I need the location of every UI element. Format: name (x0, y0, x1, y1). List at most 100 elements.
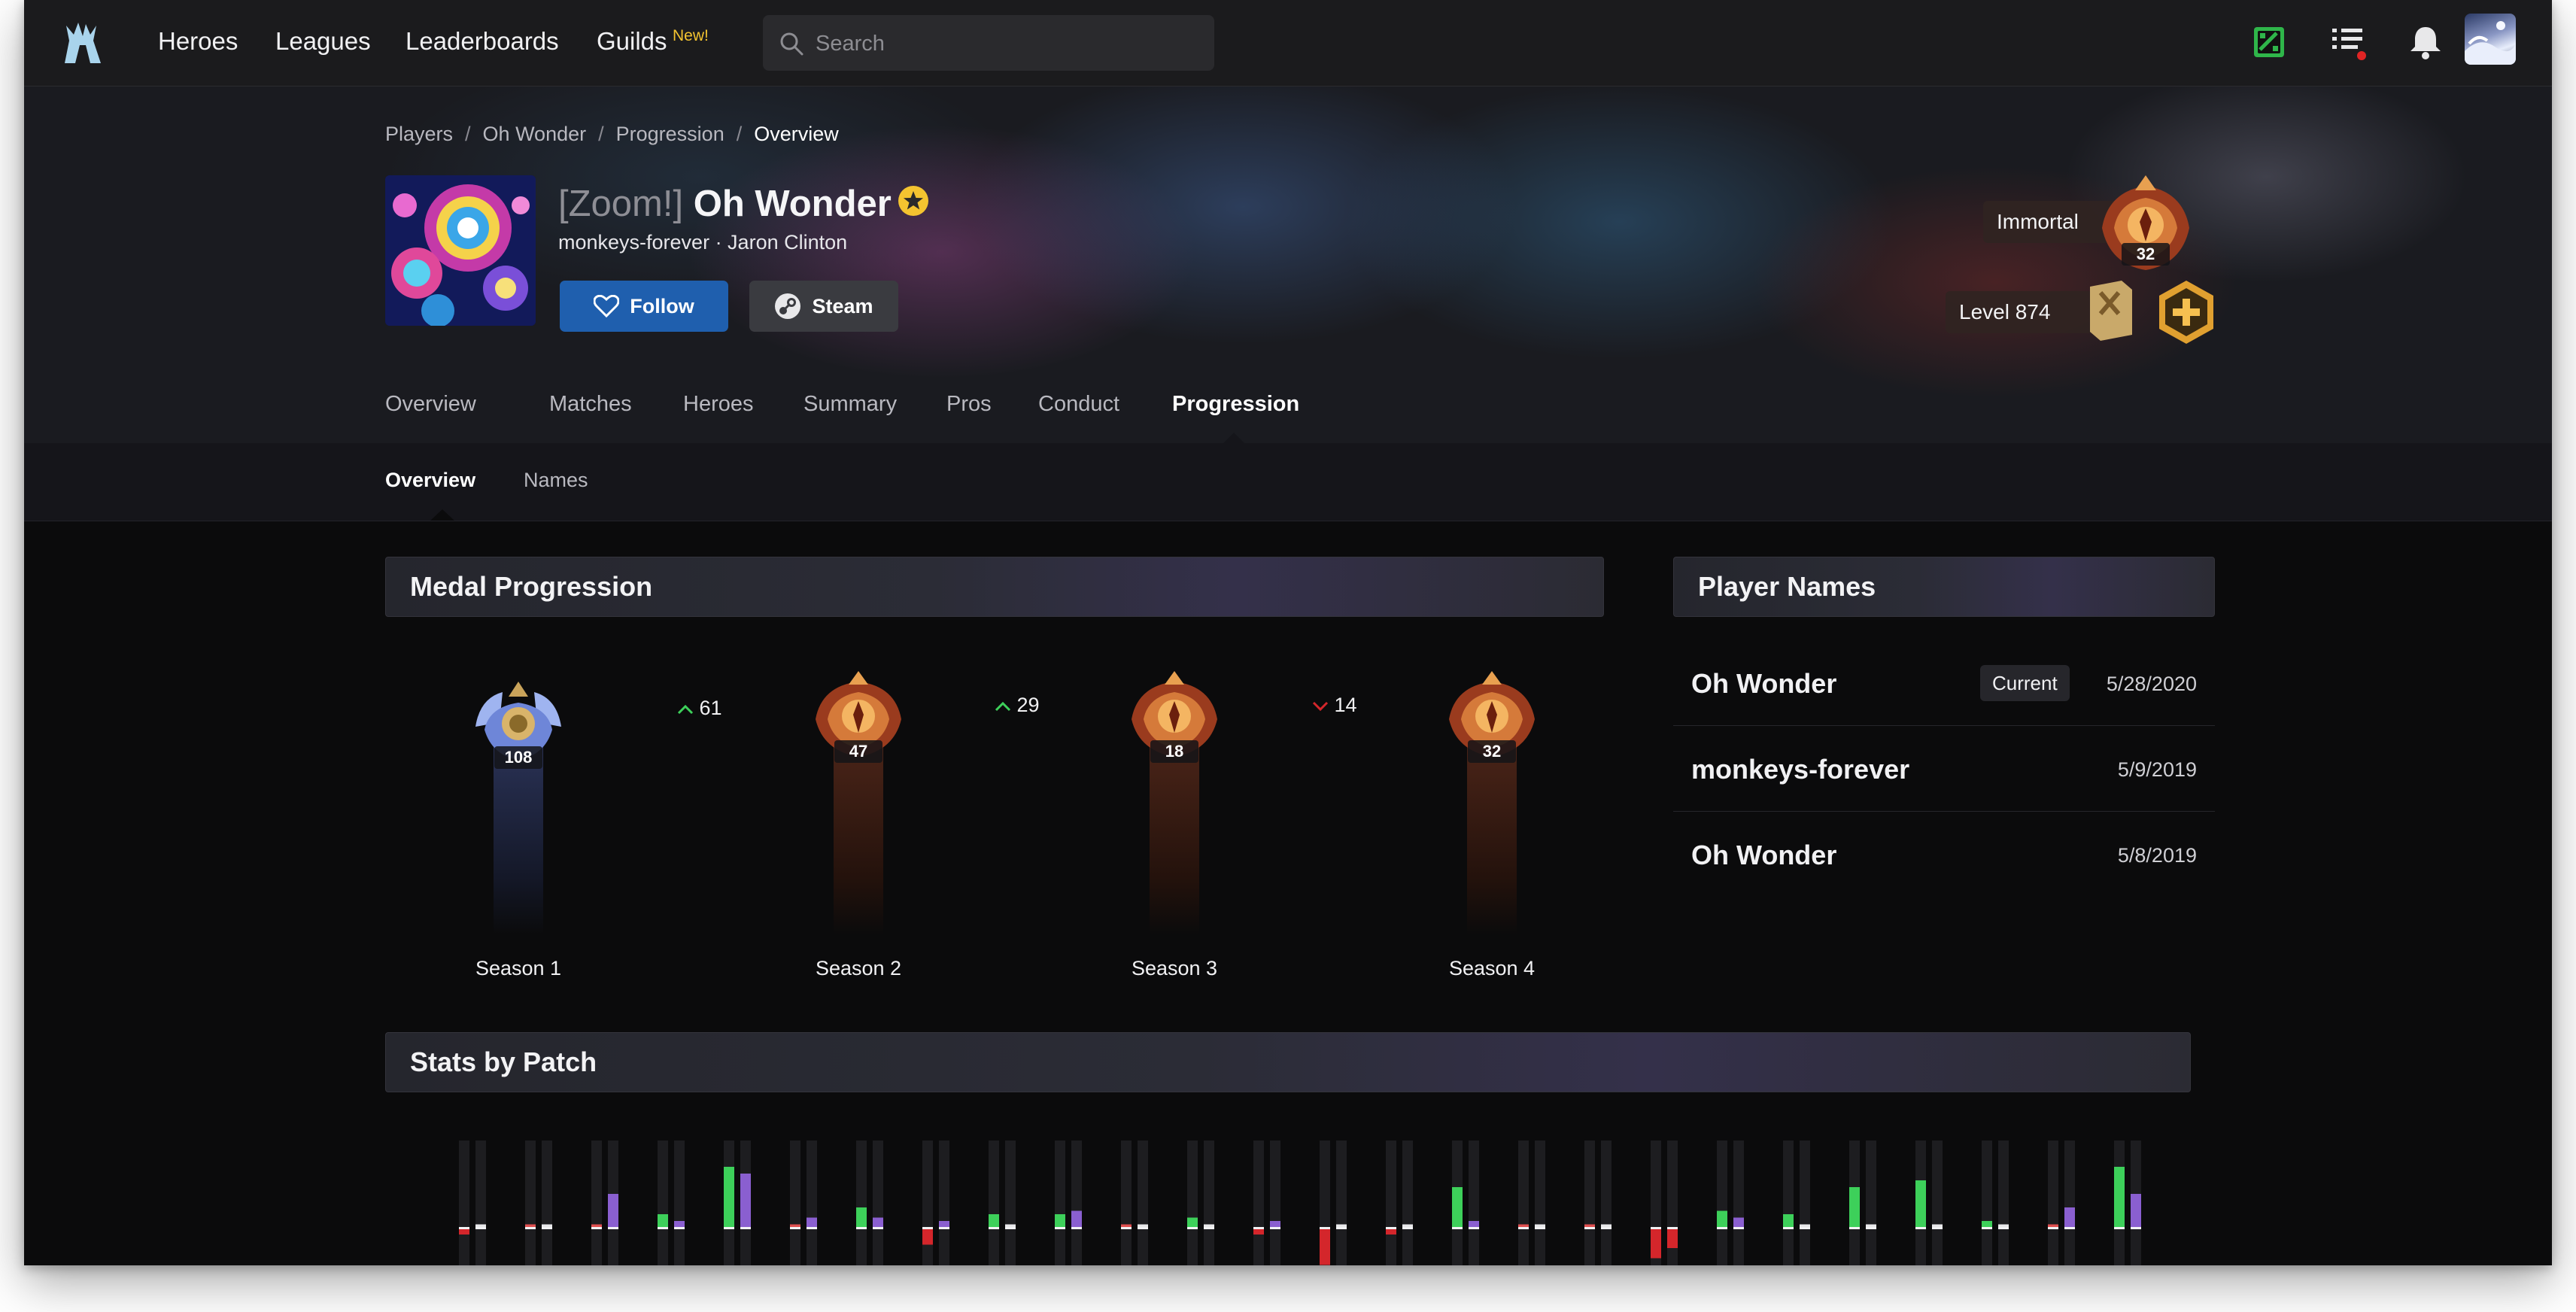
patch-bar-track (1138, 1140, 1148, 1265)
patch-bar[interactable] (1915, 1180, 1926, 1228)
tab-summary[interactable]: Summary (803, 392, 897, 417)
patch-bar-track (1717, 1140, 1727, 1265)
current-badge: Current (1980, 665, 2070, 701)
name-row: Oh Wonder 5/8/2019 (1673, 812, 2215, 897)
bell-icon[interactable] (2406, 23, 2445, 62)
steam-button[interactable]: Steam (749, 281, 898, 332)
player-avatar (385, 175, 536, 326)
patch-bar[interactable] (724, 1167, 734, 1228)
dota2-icon[interactable] (2249, 23, 2289, 62)
patch-bar[interactable] (807, 1217, 817, 1228)
name-date: 5/28/2020 (2106, 673, 2197, 695)
patch-bar[interactable] (856, 1207, 867, 1228)
patch-bar[interactable] (1717, 1210, 1727, 1228)
name-value: Oh Wonder (1691, 840, 1837, 870)
breadcrumb-players[interactable]: Players (385, 123, 453, 145)
patch-bar[interactable] (1469, 1221, 1479, 1228)
breadcrumb-player[interactable]: Oh Wonder (483, 123, 587, 145)
delta-value: 29 (1016, 694, 1040, 716)
patch-bar-track (2048, 1140, 2058, 1265)
nav-leaderboards[interactable]: Leaderboards (406, 27, 559, 56)
patch-bar-track (459, 1140, 469, 1265)
season-3-rank: 18 (1150, 740, 1198, 763)
subtab-names[interactable]: Names (524, 469, 588, 492)
patch-bar-baseline (873, 1227, 883, 1229)
subtab-overview[interactable]: Overview (385, 469, 475, 492)
patch-bar-track (1932, 1140, 1943, 1265)
patch-bar[interactable] (1187, 1217, 1198, 1228)
patch-bar-baseline (658, 1227, 668, 1229)
search-box[interactable] (763, 15, 1214, 72)
delta-value: 61 (699, 697, 722, 719)
patch-bar[interactable] (1320, 1228, 1330, 1265)
tab-pros[interactable]: Pros (946, 392, 992, 417)
patch-bar-baseline (1932, 1227, 1943, 1229)
level-label: Level 874 (1959, 300, 2051, 323)
tab-matches[interactable]: Matches (549, 392, 632, 417)
patch-bar[interactable] (1452, 1187, 1463, 1228)
follow-button[interactable]: Follow (560, 281, 728, 332)
patch-bar[interactable] (1783, 1214, 1794, 1228)
player-names-title: Player Names (1698, 571, 1876, 602)
app-window: Heroes Leagues Leaderboards Guilds New! (24, 0, 2552, 1265)
nav-guilds[interactable]: Guilds (597, 27, 667, 56)
patch-bar-baseline (1452, 1227, 1463, 1229)
player-subline: monkeys-forever · Jaron Clinton (558, 231, 848, 254)
patch-bar-baseline (1584, 1227, 1595, 1229)
patch-bar[interactable] (2114, 1167, 2125, 1228)
tab-conduct[interactable]: Conduct (1038, 392, 1119, 417)
patch-bar[interactable] (1733, 1217, 1744, 1228)
patch-bar[interactable] (2064, 1207, 2075, 1228)
patch-bar-baseline (1055, 1227, 1065, 1229)
nav-leagues[interactable]: Leagues (275, 27, 371, 56)
patch-bar[interactable] (873, 1217, 883, 1228)
tab-heroes[interactable]: Heroes (683, 392, 754, 417)
search-input[interactable] (814, 15, 1193, 72)
stats-by-patch-title: Stats by Patch (410, 1046, 597, 1077)
patch-bar-baseline (542, 1227, 552, 1229)
patch-bar[interactable] (608, 1194, 618, 1228)
patch-bar-track (856, 1140, 867, 1265)
star-badge-icon (898, 186, 928, 216)
patch-bar-baseline (807, 1227, 817, 1229)
patch-bar[interactable] (922, 1228, 933, 1245)
patch-bar-baseline (1717, 1227, 1727, 1229)
new-badge: New! (673, 27, 709, 44)
patch-bar[interactable] (939, 1221, 949, 1228)
patch-bar[interactable] (1270, 1221, 1280, 1228)
patch-bar[interactable] (740, 1174, 751, 1228)
patch-bar[interactable] (1982, 1221, 1992, 1228)
patch-bar[interactable] (1055, 1214, 1065, 1228)
patch-bar-baseline (459, 1227, 469, 1229)
tab-overview[interactable]: Overview (385, 392, 476, 417)
top-navbar: Heroes Leagues Leaderboards Guilds New! (24, 0, 2552, 87)
plus-badge-icon (2159, 281, 2213, 344)
patch-bar-baseline (1187, 1227, 1198, 1229)
patch-bar[interactable] (2131, 1194, 2141, 1228)
profile-header: Players / Oh Wonder / Progression / Overview [… (24, 87, 2552, 443)
list-icon[interactable] (2329, 23, 2368, 62)
site-logo-icon[interactable] (59, 18, 111, 66)
nav-heroes[interactable]: Heroes (158, 27, 238, 56)
patch-bar-baseline (1071, 1227, 1082, 1229)
rank-label: Immortal (1997, 210, 2079, 233)
patch-bar-track (939, 1140, 949, 1265)
patch-bar-baseline (1667, 1227, 1678, 1229)
patch-bar-baseline (1138, 1227, 1148, 1229)
search-icon (780, 32, 803, 56)
season-3-label: Season 3 (1131, 957, 1218, 979)
tab-progression[interactable]: Progression (1172, 392, 1299, 417)
patch-bar[interactable] (989, 1214, 999, 1228)
user-avatar[interactable] (2465, 14, 2516, 65)
patch-bar-baseline (2131, 1227, 2141, 1229)
patch-bar[interactable] (1651, 1228, 1661, 1259)
breadcrumb-progression[interactable]: Progression (616, 123, 724, 145)
patch-bar[interactable] (1667, 1228, 1678, 1248)
patch-bar[interactable] (658, 1214, 668, 1228)
patch-bar[interactable] (1071, 1210, 1082, 1228)
arrow-up-icon (995, 701, 1011, 712)
patch-bar[interactable] (1849, 1187, 1860, 1228)
patch-bar-track (1783, 1140, 1794, 1265)
arrow-down-icon (1312, 701, 1329, 712)
patch-bar[interactable] (674, 1221, 685, 1228)
